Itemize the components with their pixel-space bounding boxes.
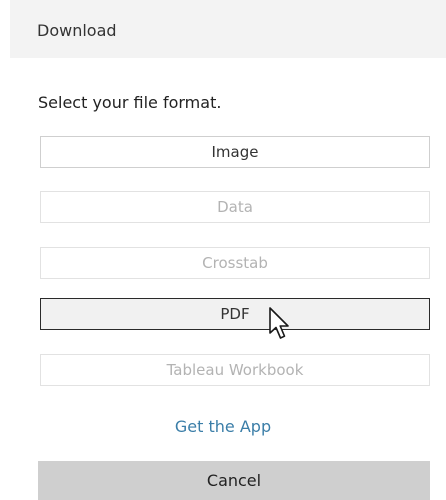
- cancel-button-label: Cancel: [206, 471, 262, 490]
- pdf-format-label: PDF: [220, 305, 250, 323]
- format-prompt: Select your file format.: [38, 93, 222, 112]
- get-the-app-link[interactable]: Get the App: [0, 417, 446, 436]
- tableau-workbook-format-button[interactable]: Tableau Workbook: [40, 354, 430, 386]
- pointer-arrow-icon: [269, 307, 289, 339]
- crosstab-format-button[interactable]: Crosstab: [40, 247, 430, 279]
- data-format-button[interactable]: Data: [40, 191, 430, 223]
- tableau-workbook-format-label: Tableau Workbook: [166, 361, 304, 379]
- dialog-header: Download: [10, 0, 446, 58]
- image-format-label: Image: [211, 143, 259, 161]
- image-format-button[interactable]: Image: [40, 136, 430, 168]
- crosstab-format-label: Crosstab: [202, 254, 268, 272]
- pdf-format-button[interactable]: PDF: [40, 298, 430, 330]
- cancel-button[interactable]: Cancel: [38, 461, 430, 500]
- dialog-title: Download: [37, 21, 117, 40]
- data-format-label: Data: [217, 198, 253, 216]
